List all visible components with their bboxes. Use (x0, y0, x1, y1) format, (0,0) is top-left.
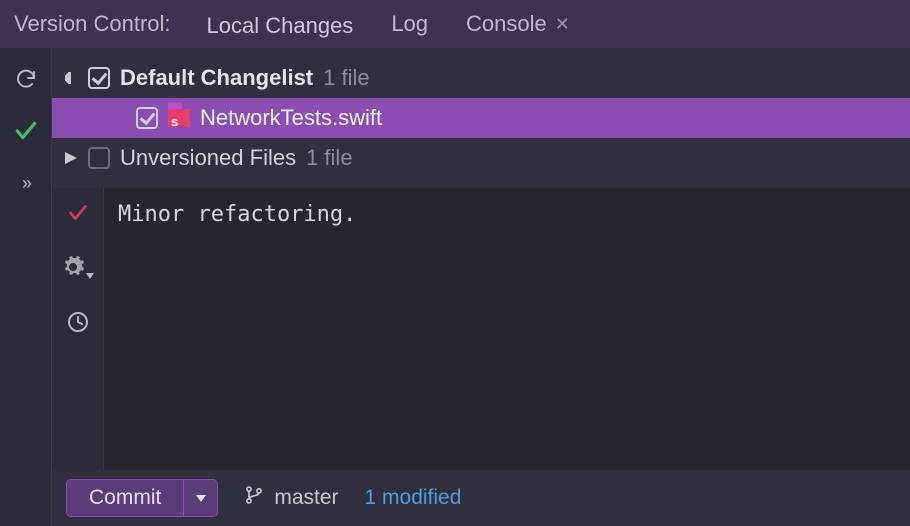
changelist-checkbox[interactable] (88, 67, 110, 89)
chevron-right-icon[interactable] (64, 152, 78, 164)
branch-indicator[interactable]: master (244, 485, 338, 511)
commit-button-label: Commit (67, 480, 183, 516)
unversioned-row[interactable]: Unversioned Files 1 file (52, 138, 910, 178)
history-icon[interactable] (66, 310, 90, 339)
commit-sidebar (52, 188, 104, 470)
changelist-default[interactable]: Default Changelist 1 file (52, 58, 910, 98)
expand-icon[interactable]: » (13, 170, 39, 196)
tab-console-label: Console (466, 11, 547, 37)
file-name: NetworkTests.swift (200, 105, 382, 131)
vcs-title: Version Control: (14, 11, 171, 37)
branch-icon (244, 485, 264, 511)
file-row[interactable]: NetworkTests.swift (52, 98, 910, 138)
close-icon[interactable]: ✕ (555, 14, 570, 35)
unversioned-count: 1 file (306, 145, 352, 171)
status-modified[interactable]: 1 modified (365, 486, 462, 510)
tab-local-changes[interactable]: Local Changes (205, 7, 356, 54)
unversioned-label: Unversioned Files (120, 145, 296, 171)
vcs-tabbar: Version Control: Local Changes Log Conso… (0, 0, 910, 48)
tab-log[interactable]: Log (389, 5, 430, 43)
unversioned-checkbox[interactable] (88, 147, 110, 169)
tree-sidebar: » (0, 48, 52, 526)
tab-console[interactable]: Console ✕ (464, 5, 572, 43)
commit-dropdown-icon[interactable] (183, 480, 217, 516)
amend-check-icon[interactable] (67, 202, 89, 229)
branch-name: master (274, 486, 338, 510)
swift-file-icon (168, 109, 190, 127)
file-checkbox[interactable] (136, 107, 158, 129)
commit-message-area: Minor refactoring. (104, 188, 910, 470)
commit-button[interactable]: Commit (66, 479, 218, 517)
changelist-count: 1 file (323, 65, 369, 91)
chevron-down-icon[interactable] (64, 72, 78, 84)
commit-footer: Commit master 1 modified (52, 470, 910, 526)
changes-tree: Default Changelist 1 file NetworkTests.s… (52, 48, 910, 188)
commit-message-input[interactable]: Minor refactoring. (118, 202, 896, 456)
commit-check-icon[interactable] (13, 118, 39, 144)
refresh-icon[interactable] (13, 66, 39, 92)
gear-icon[interactable] (61, 255, 93, 284)
changelist-label: Default Changelist (120, 65, 313, 91)
